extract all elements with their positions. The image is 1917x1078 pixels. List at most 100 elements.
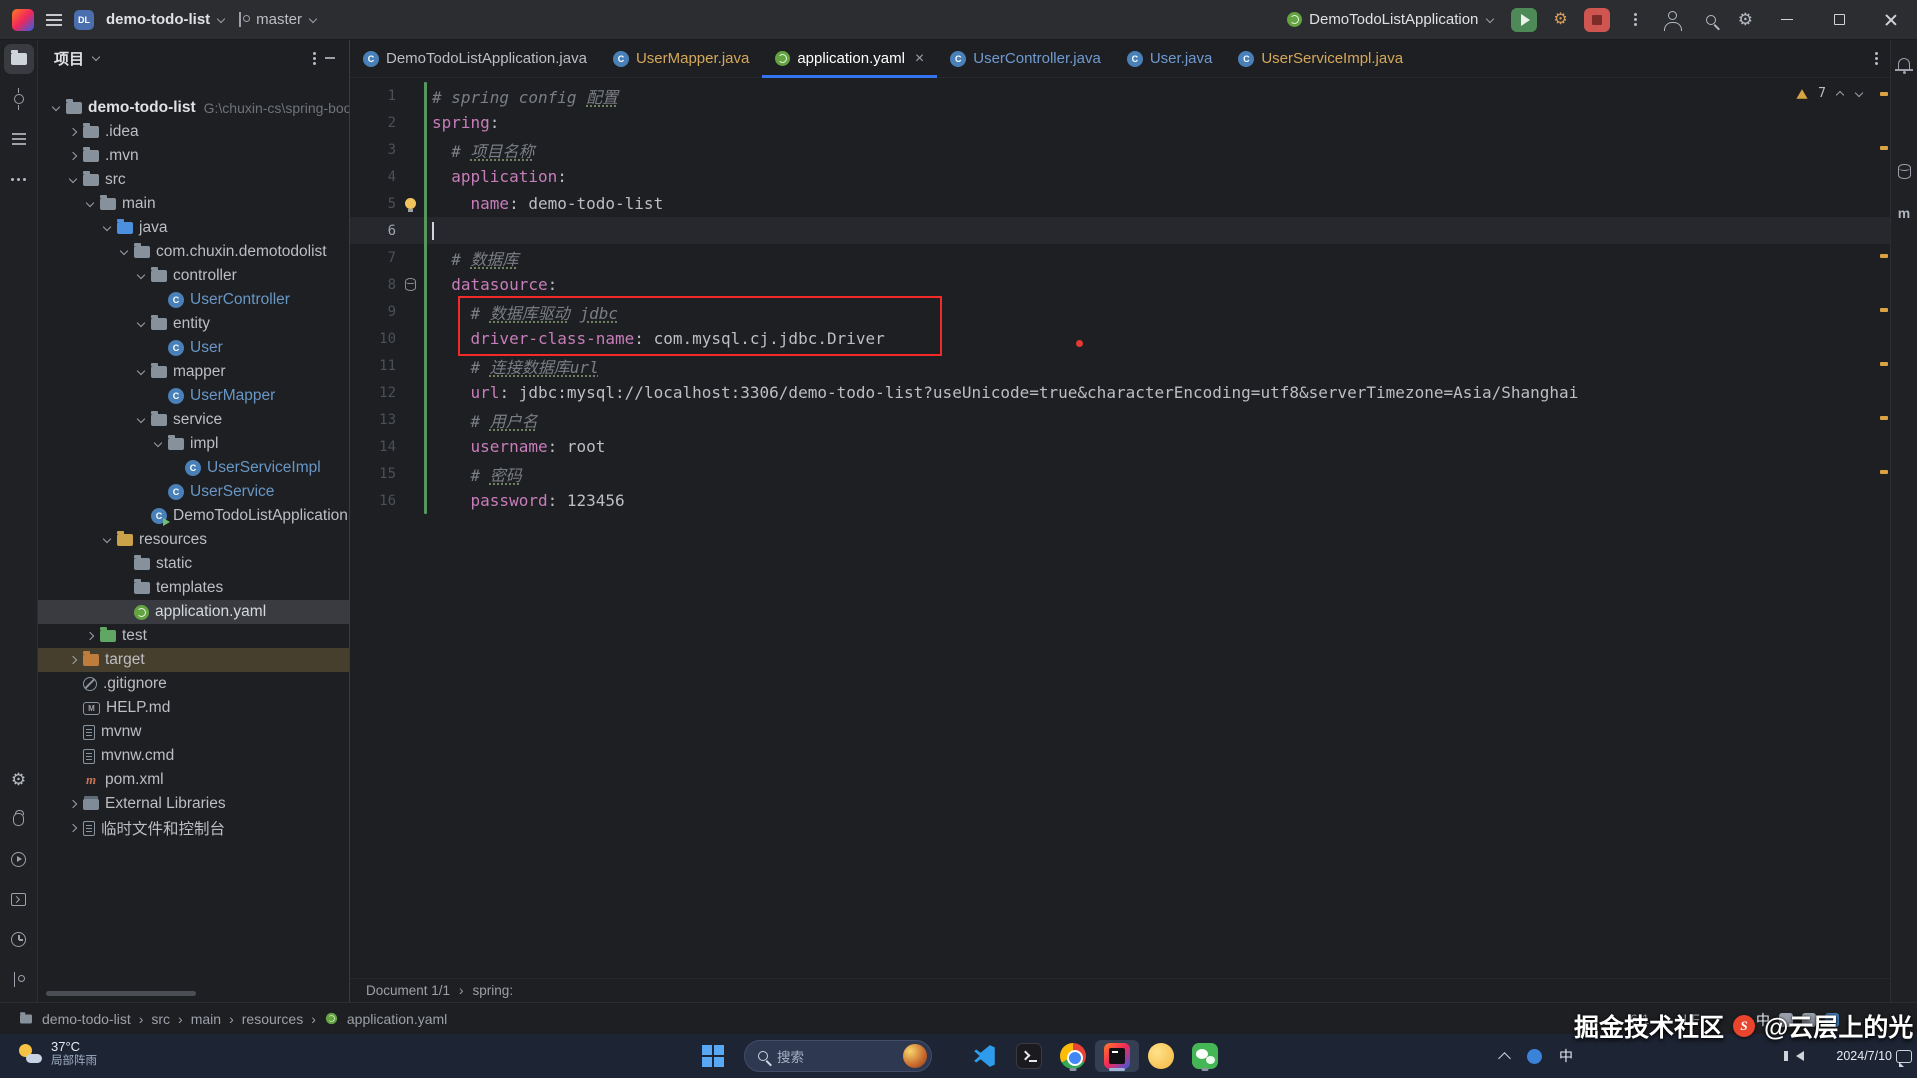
taskbar-app-chrome[interactable] [1051,1040,1095,1072]
tree-item-usercontroller[interactable]: UserController [38,288,349,312]
chevron-right-icon[interactable] [65,151,81,161]
chevron-down-icon[interactable] [133,367,149,377]
document-indicator[interactable]: Document 1/1 [366,983,450,998]
warning-mark[interactable] [1880,470,1888,474]
code-line[interactable]: 2 spring: [350,109,1890,136]
chevron-right-icon[interactable] [65,823,81,833]
tree-item-project-root[interactable]: demo-todo-list G:\chuxin-cs\spring-boot- [38,96,349,120]
more-actions-button[interactable] [1626,18,1646,21]
weather-widget[interactable]: 37°C 局部阵雨 [18,1039,97,1068]
tab-user[interactable]: User.java [1114,40,1226,77]
taskbar-app-yellow[interactable] [1139,1040,1183,1072]
ime-tool-icon[interactable] [1779,1013,1793,1027]
tree-item-package[interactable]: com.chuxin.demotodolist [38,240,349,264]
tree-item-service[interactable]: service [38,408,349,432]
search-highlight-image[interactable] [903,1044,927,1068]
tree-item-test[interactable]: test [38,624,349,648]
tab-usercontroller[interactable]: UserController.java [937,40,1114,77]
tree-item-gitignore[interactable]: .gitignore [38,672,349,696]
chevron-right-icon[interactable] [82,631,98,641]
run-button[interactable] [1511,7,1538,32]
tab-demotodolistapplication[interactable]: DemoTodoListApplication.java [350,40,600,77]
previous-warning-icon[interactable] [1835,89,1845,99]
code-line-current[interactable]: 6 [350,217,1890,244]
tree-item-idea[interactable]: .idea [38,120,349,144]
tree-item-static[interactable]: static [38,552,349,576]
services-tool-window-button[interactable] [4,844,34,874]
warning-mark[interactable] [1880,362,1888,366]
code-line[interactable]: 12 url: jdbc:mysql://localhost:3306/demo… [350,379,1890,406]
caret-position-widget[interactable]: 6:1 [1630,1011,1649,1027]
code-line[interactable]: 1 # spring config 配置 [350,82,1890,109]
warning-mark[interactable] [1880,92,1888,96]
code-line[interactable]: 3 # 项目名称 [350,136,1890,163]
tree-item-src[interactable]: src [38,168,349,192]
chevron-down-icon[interactable] [99,223,115,233]
tree-item-main[interactable]: main [38,192,349,216]
chevron-down-icon[interactable] [65,175,81,185]
tree-item-external-libraries[interactable]: External Libraries [38,792,349,816]
chevron-down-icon[interactable] [133,319,149,329]
project-tool-window-button[interactable] [3,44,34,74]
tray-clock[interactable]: 2024/7/10 [1822,1034,1892,1078]
intention-bulb-icon[interactable] [405,198,416,212]
chevron-down-icon[interactable] [116,247,132,257]
tree-item-templates[interactable]: templates [38,576,349,600]
debug-settings-icon[interactable] [1553,12,1567,28]
stop-button[interactable] [1583,7,1610,32]
tray-expand-button[interactable] [1494,1034,1514,1078]
warning-mark[interactable] [1880,254,1888,258]
code-line[interactable]: 13 # 用户名 [350,406,1890,433]
ime-tool-icon[interactable] [1802,1013,1816,1027]
code-line[interactable]: 8 datasource: [350,271,1890,298]
horizontal-scrollbar[interactable] [46,991,196,996]
tree-item-application-yaml[interactable]: application.yaml [38,600,349,624]
settings-stripe-button[interactable] [4,764,34,794]
tree-item-mvn[interactable]: .mvn [38,144,349,168]
tab-usermapper[interactable]: UserMapper.java [600,40,762,77]
tree-item-target[interactable]: target [38,648,349,672]
more-tool-windows-button[interactable] [4,164,34,194]
status-breadcrumbs[interactable]: demo-todo-list › src › main › resources … [18,1011,447,1027]
tree-item-java[interactable]: java [38,216,349,240]
chevron-down-icon[interactable] [99,535,115,545]
code-line[interactable]: 7 # 数据库 [350,244,1890,271]
chevron-right-icon[interactable] [65,655,81,665]
chevron-right-icon[interactable] [65,127,81,137]
tree-item-controller[interactable]: controller [38,264,349,288]
project-selector[interactable]: demo-todo-list [106,11,226,28]
taskbar-app-intellij[interactable] [1095,1040,1139,1072]
hide-panel-button[interactable] [323,57,337,59]
warning-mark[interactable] [1880,416,1888,420]
structure-tool-window-button[interactable] [4,124,34,154]
code-line[interactable]: 15 # 密码 [350,460,1890,487]
taskbar-app-vscode[interactable] [963,1040,1007,1072]
breadcrumb-node[interactable]: spring: [473,983,514,998]
code-line[interactable]: 5 name: demo-todo-list [350,190,1890,217]
chevron-down-icon[interactable] [133,271,149,281]
taskbar-app-wechat[interactable] [1183,1040,1227,1072]
tree-item-pom-xml[interactable]: pom.xml [38,768,349,792]
settings-button[interactable] [1738,11,1753,28]
notifications-button[interactable] [1889,48,1917,78]
code-with-me-button[interactable] [1662,11,1684,31]
start-button[interactable] [702,1045,712,1055]
code-editor[interactable]: 1 # spring config 配置 2 spring: 3 # 项目名称 4 … [350,78,1890,978]
commit-tool-window-button[interactable] [4,84,34,114]
chevron-down-icon[interactable] [150,439,166,449]
tree-item-resources[interactable]: resources [38,528,349,552]
line-ending-widget[interactable]: LF [1683,1011,1699,1027]
tree-item-user[interactable]: User [38,336,349,360]
tab-application-yaml[interactable]: application.yaml × [762,40,938,78]
ime-language-indicator[interactable]: 中 [1756,1010,1770,1030]
tree-item-userservice[interactable]: UserService [38,480,349,504]
chevron-down-icon[interactable] [91,53,101,63]
taskbar-app-terminal[interactable] [1007,1040,1051,1072]
search-everywhere-button[interactable] [1700,14,1722,25]
maximize-button[interactable] [1821,0,1857,40]
problems-tool-window-button[interactable] [4,924,34,954]
run-configuration-selector[interactable]: DemoTodoListApplication [1287,11,1495,28]
tree-item-mapper[interactable]: mapper [38,360,349,384]
taskbar-search-box[interactable]: 搜索 [744,1040,932,1072]
ime-tool-icon[interactable] [1825,1013,1839,1027]
